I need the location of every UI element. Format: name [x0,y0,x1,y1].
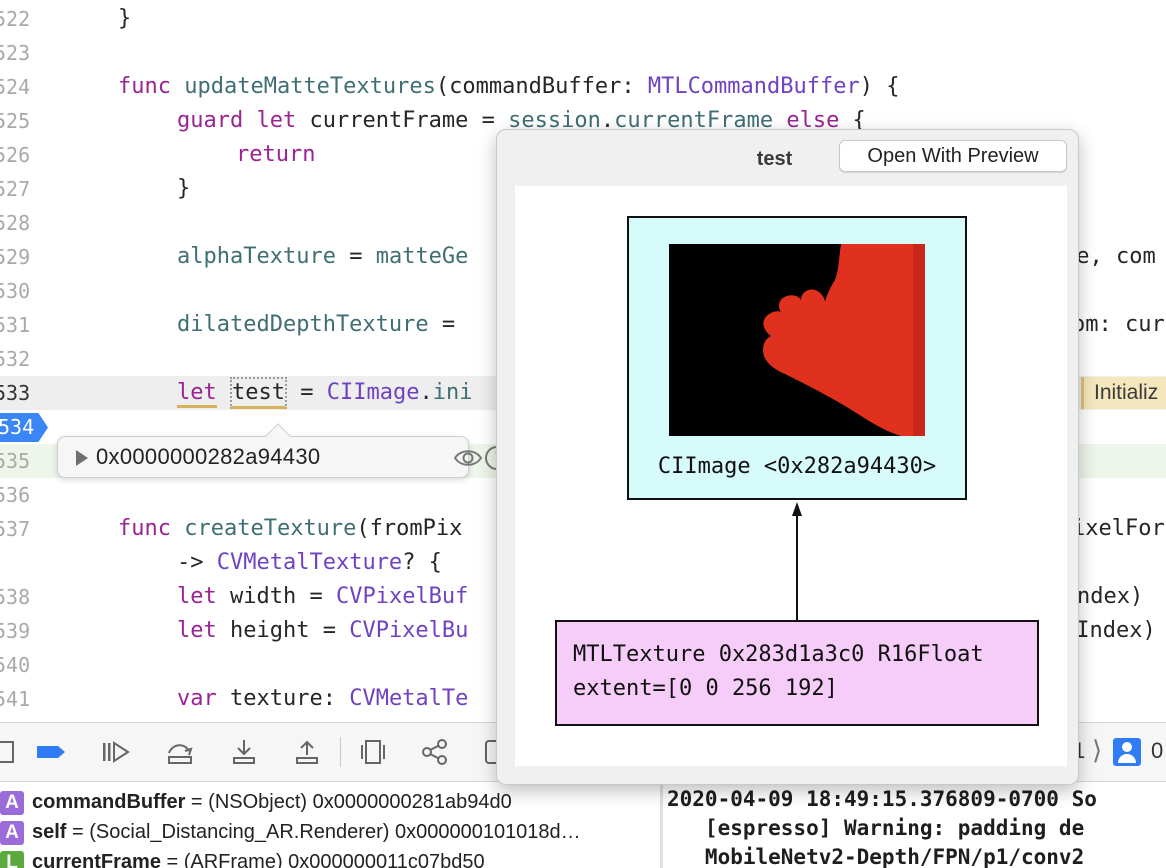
line-number: 541 [0,687,31,711]
line-number: 525 [0,109,31,133]
line-number: 524 [0,75,31,99]
continue-icon[interactable] [100,737,130,767]
console-output[interactable]: 2020-04-09 18:49:15.376809-0700 So [espr… [663,783,1166,868]
code-line-538-tail: ndex) [1077,584,1144,609]
breakpoint-marker[interactable]: 534 [0,413,48,442]
breakpoint-line-number: 534 [0,415,35,439]
debug-view-hierarchy-icon[interactable] [358,737,388,767]
breakpoints-icon[interactable] [36,737,66,767]
console-line: MobileNetv2-Depth/FPN/p1/conv2 [667,845,1085,868]
argument-badge: A [0,820,24,845]
argument-badge: A [0,790,24,815]
line-number: 522 [0,7,31,31]
console-line: [espresso] Warning: padding de [667,816,1085,840]
test-variable-token[interactable]: test [230,377,287,409]
matte-image-preview [669,244,925,436]
image-graph-canvas: CIImage <0x282a94430> MTLTexture 0x283d1… [515,186,1067,766]
code-line-541: var texture: CVMetalTe [177,686,469,711]
code-line-531-tail: om: cur [1072,312,1165,337]
code-line-537-cont: -> CVMetalTexture? { [177,550,442,575]
variables-view: AcommandBuffer = (NSObject) 0x0000000281… [0,783,660,868]
line-number: 529 [0,245,31,269]
issue-annotation[interactable]: Initializ [1081,377,1166,409]
mtltexture-label: MTLTexture 0x283d1a3c0 R16Float [573,642,984,667]
line-number: 540 [0,653,31,677]
code-line-533: let test = CIImage.ini [177,376,472,410]
variable-row[interactable]: Aself = (Social_Distancing_AR.Renderer) … [0,817,660,847]
quick-look-popover[interactable]: test Open With Preview CIImage <0x282a94… [496,129,1079,785]
line-number: 535 [0,449,31,473]
console-line: 2020-04-09 18:49:15.376809-0700 So [667,787,1097,811]
line-number: 526 [0,143,31,167]
memory-graph-icon[interactable] [420,737,450,767]
line-number: 527 [0,177,31,201]
line-number: 533 [0,381,31,405]
ciimage-label: CIImage <0x282a94430> [657,454,937,479]
step-over-icon[interactable] [165,737,195,767]
code-line-531: dilatedDepthTexture = [177,312,469,337]
disclosure-triangle-icon[interactable] [76,450,88,466]
eye-icon[interactable] [453,445,483,471]
chevron-right-icon: ⟩ [1092,735,1103,765]
code-line-527: } [177,176,191,201]
line-number: 530 [0,279,31,303]
code-line-539: let height = CVPixelBu [177,618,469,643]
frame-number[interactable]: 0 [1151,738,1163,764]
mtltexture-extent: extent=[0 0 256 192] [573,676,838,701]
step-into-icon[interactable] [229,737,259,767]
line-number: 539 [0,619,31,643]
user-code-icon[interactable] [1113,738,1141,766]
code-line-537: func createTexture(fromPix [118,516,463,541]
line-number: 531 [0,313,31,337]
code-line-537-tail: ixelFor [1072,516,1165,541]
variable-value-tooltip[interactable]: 0x0000000282a94430 [57,423,509,478]
step-out-icon[interactable] [292,737,322,767]
line-number: 537 [0,517,31,541]
line-number: 532 [0,347,31,371]
open-with-preview-button[interactable]: Open With Preview [839,140,1067,172]
variable-row[interactable]: LcurrentFrame = (ARFrame) 0x000000011c07… [0,847,660,868]
local-badge: L [0,850,24,868]
line-number: 538 [0,585,31,609]
ciimage-node: CIImage <0x282a94430> [627,216,967,500]
toolbar-separator [340,737,341,767]
code-line-524: func updateMatteTextures(commandBuffer: … [118,74,900,99]
line-number: 536 [0,483,31,507]
line-number: 528 [0,211,31,235]
code-line-529: alphaTexture = matteGe [177,244,469,269]
variable-row[interactable]: AcommandBuffer = (NSObject) 0x0000000281… [0,787,660,817]
mtltexture-node: MTLTexture 0x283d1a3c0 R16Float extent=[… [555,620,1039,726]
code-line-522: } [118,6,132,31]
code-line-526: return [236,142,316,167]
code-line-538: let width = CVPixelBuf [177,584,469,609]
sidebar-toggle-icon[interactable] [0,737,16,767]
line-number: 523 [0,41,31,65]
variable-value: 0x0000000282a94430 [96,444,321,469]
